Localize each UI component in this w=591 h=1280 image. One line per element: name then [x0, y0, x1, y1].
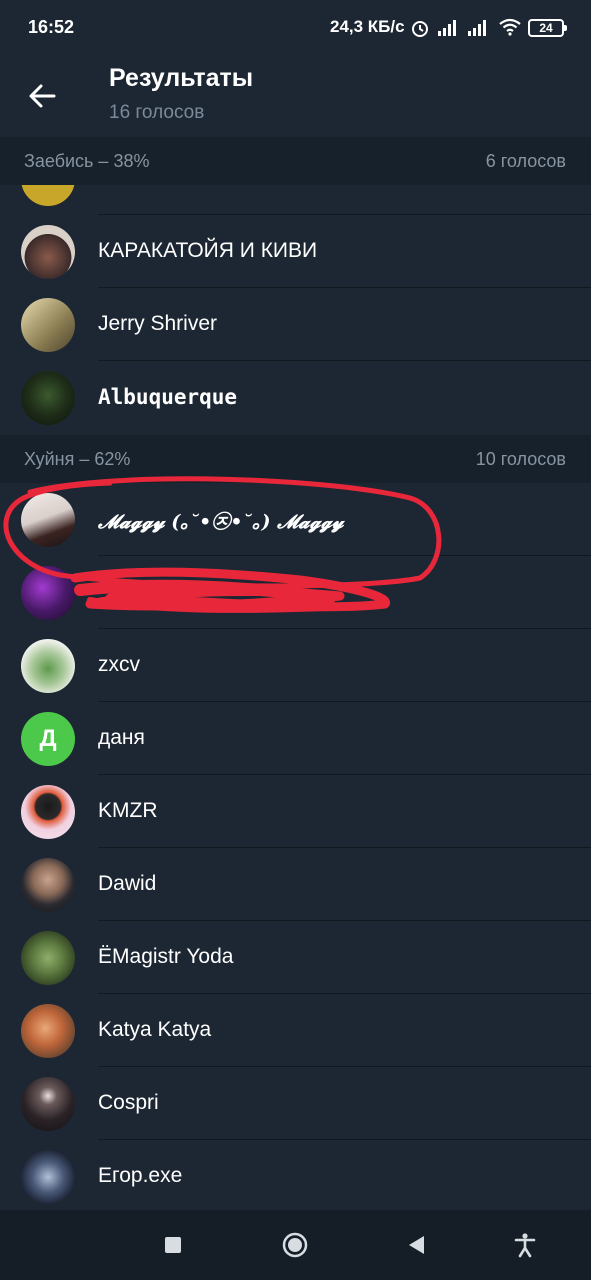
voter-row[interactable]: ЁMagistr Yoda	[0, 921, 591, 994]
network-speed: 24,3 КБ/с	[330, 17, 405, 36]
voter-avatar	[21, 493, 75, 547]
voter-name: zxcv	[98, 653, 140, 676]
voter-row[interactable]: zxcv	[0, 629, 591, 702]
voter-name: Albuquerque	[98, 385, 238, 409]
voter-name: Jerry Shriver	[98, 312, 218, 335]
option-label: Хуйня – 62%	[24, 449, 131, 469]
recent-apps-square-icon[interactable]	[158, 1230, 188, 1260]
voter-name: 𝓜𝓪𝓰𝓰𝔂 (｡˘•㉨•˘｡) 𝓜𝓪𝓰𝓰𝔂	[98, 511, 344, 533]
home-circle-icon[interactable]	[280, 1230, 310, 1260]
app-header: Результаты 16 голосов	[0, 56, 591, 136]
voter-row[interactable]: Katya Katya	[0, 994, 591, 1067]
voter-avatar: Д	[21, 712, 75, 766]
voter-row[interactable]: Albuquerque	[0, 361, 591, 434]
page-subtitle: 16 голосов	[109, 102, 205, 123]
voter-avatar	[21, 785, 75, 839]
system-nav-bar	[0, 1210, 591, 1280]
accessibility-icon[interactable]	[510, 1230, 540, 1260]
battery-indicator: 24	[528, 19, 567, 37]
voter-row[interactable]: Д даня	[0, 702, 591, 775]
voter-avatar	[21, 1150, 75, 1204]
option-vote-count: 6 голосов	[485, 151, 566, 171]
option-header-2: Хуйня – 62% 10 голосов	[0, 435, 591, 483]
signal-icon	[438, 20, 456, 36]
page-title: Результаты	[109, 64, 254, 92]
voter-row[interactable]: КАРАКАТОЙЯ И КИВИ	[0, 215, 591, 288]
status-time: 16:52	[28, 17, 75, 37]
voter-name: даня	[98, 726, 145, 749]
voter-avatar	[21, 931, 75, 985]
voter-avatar	[21, 371, 75, 425]
voter-avatar	[21, 639, 75, 693]
back-arrow-icon[interactable]	[26, 80, 58, 112]
voter-row[interactable]: Dawid	[0, 848, 591, 921]
voter-row[interactable]	[0, 556, 591, 629]
voter-name: ЁMagistr Yoda	[98, 945, 234, 968]
voter-name: КАРАКАТОЙЯ И КИВИ	[98, 239, 318, 262]
voter-avatar	[21, 225, 75, 279]
option-header-1: Заебись – 38% 6 голосов	[0, 137, 591, 185]
voter-avatar	[21, 298, 75, 352]
back-triangle-icon[interactable]	[402, 1230, 432, 1260]
voter-avatar	[21, 566, 75, 620]
voter-row[interactable]: 𝓜𝓪𝓰𝓰𝔂 (｡˘•㉨•˘｡) 𝓜𝓪𝓰𝓰𝔂	[0, 483, 591, 556]
voter-row[interactable]: Jerry Shriver	[0, 288, 591, 361]
voter-name: Katya Katya	[98, 1018, 212, 1041]
voter-row[interactable]: Егор.exe	[0, 1140, 591, 1213]
voter-name: KMZR	[98, 799, 158, 822]
avatar-initial: Д	[39, 725, 57, 752]
voter-avatar	[21, 1077, 75, 1131]
status-bar: 16:52 24,3 КБ/с 24	[0, 0, 591, 56]
voter-avatar	[21, 858, 75, 912]
voter-name: Cospri	[98, 1091, 159, 1114]
voter-row[interactable]: KMZR	[0, 775, 591, 848]
option-vote-count: 10 голосов	[475, 449, 566, 469]
voter-avatar	[21, 1004, 75, 1058]
signal-icon-2	[468, 20, 486, 36]
voter-row[interactable]: Cospri	[0, 1067, 591, 1140]
option-label: Заебись – 38%	[24, 151, 150, 171]
voter-name: Егор.exe	[98, 1164, 183, 1187]
voter-name: Dawid	[98, 872, 157, 895]
wifi-icon	[499, 18, 521, 36]
alarm-icon	[412, 21, 428, 37]
